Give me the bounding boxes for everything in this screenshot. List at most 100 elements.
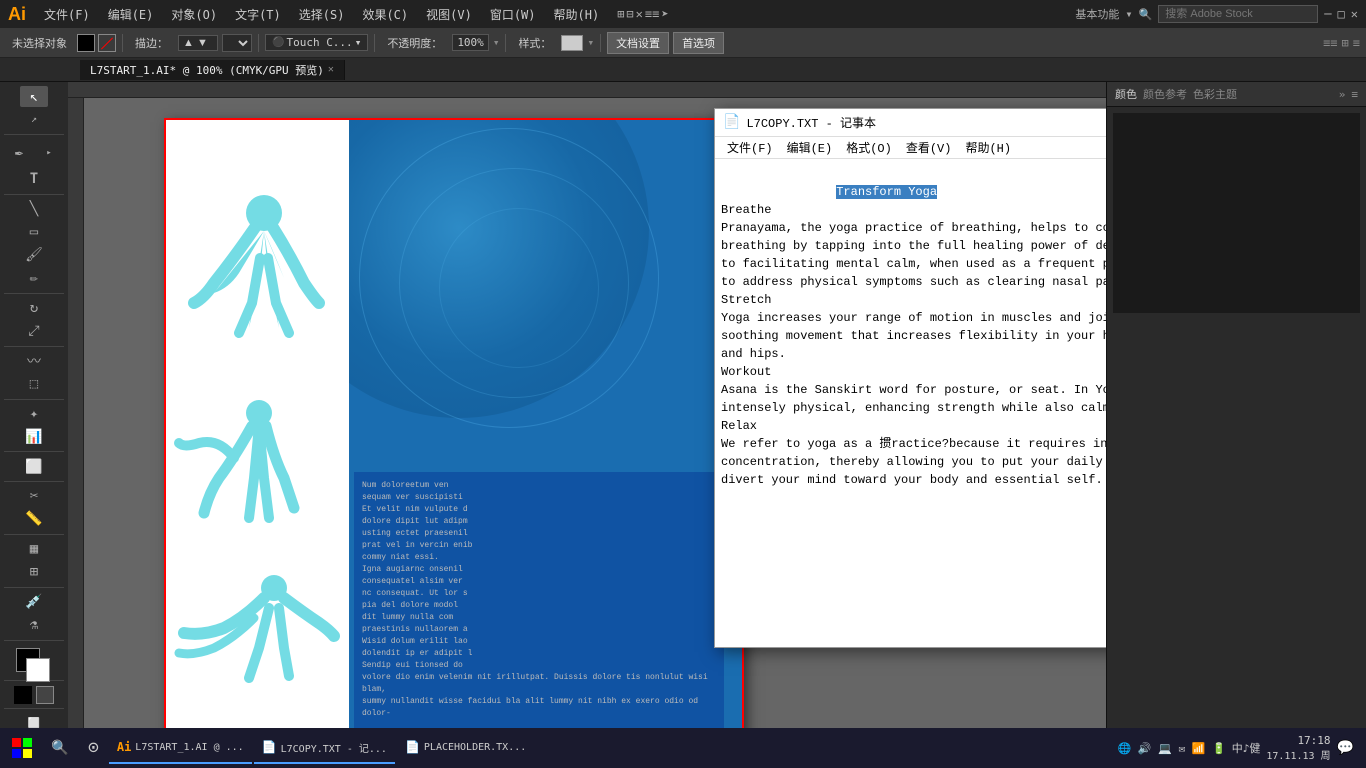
color-guide-label: 颜色参考 [1143, 86, 1187, 102]
taskbar-search[interactable]: 🔍 [42, 732, 78, 764]
notepad-menu-edit[interactable]: 编辑(E) [781, 138, 839, 157]
notepad-menu-format[interactable]: 格式(O) [840, 138, 898, 157]
clock-time: 17:18 [1266, 734, 1330, 747]
opacity-label: 不透明度： [381, 33, 448, 53]
pen-tool[interactable]: ✒ [5, 139, 33, 167]
color-theme-label: 色彩主题 [1193, 86, 1237, 102]
canvas-content[interactable]: Num doloreetum ven sequam ver suscipisti… [84, 98, 1106, 738]
yoga-silhouettes [164, 118, 349, 738]
normal-mode[interactable] [14, 686, 32, 704]
right-panels: 颜色 颜色参考 色彩主题 » ≡ [1106, 82, 1366, 738]
slice-tool[interactable]: ✂ [20, 486, 48, 507]
symbol-tool[interactable]: ✦ [20, 403, 48, 424]
preferences-button[interactable]: 首选项 [673, 32, 724, 54]
type-tool[interactable]: T [20, 169, 48, 190]
tab-close-button[interactable]: ✕ [328, 64, 334, 75]
warp-tool[interactable]: 〰 [20, 350, 48, 371]
active-tab[interactable]: L7START_1.AI* @ 100% (CMYK/GPU 预览) ✕ [80, 60, 345, 80]
measure-tool[interactable]: 📏 [20, 509, 48, 530]
text-overlay-box: Num doloreetum ven sequam ver suscipisti… [354, 472, 724, 728]
notepad-menu-file[interactable]: 文件(F) [721, 138, 779, 157]
taskbar: 🔍 ⊙ Ai L7START_1.AI @ ... 📄 L7COPY.TXT -… [0, 728, 1366, 768]
main-area: ↖ ↗ ✒ ▸ T ╲ ▭ 🖌 ✏ ↻ ⤢ 〰 ⬚ ✦ 📊 ⬜ ✂ [0, 82, 1366, 738]
fill-color[interactable] [77, 34, 95, 52]
scale-tool[interactable]: ⤢ [20, 321, 48, 342]
stock-search[interactable] [1158, 5, 1318, 23]
style-swatch[interactable] [561, 35, 583, 51]
vertical-ruler [68, 98, 84, 738]
screen-mode[interactable] [36, 686, 54, 704]
notepad-menu-help[interactable]: 帮助(H) [959, 138, 1017, 157]
stroke-label: 描边： [129, 33, 174, 53]
canvas-area: Num doloreetum ven sequam ver suscipisti… [68, 82, 1106, 738]
tray-icons[interactable]: 🌐 🔊 💻 ✉ 📶 🔋 [1118, 742, 1226, 755]
pencil-tool[interactable]: ✏ [20, 268, 48, 289]
circle-design-4 [439, 208, 599, 368]
tools-panel: ↖ ↗ ✒ ▸ T ╲ ▭ 🖌 ✏ ↻ ⤢ 〰 ⬚ ✦ 📊 ⬜ ✂ [0, 82, 68, 738]
notepad-menu-view[interactable]: 查看(V) [900, 138, 958, 157]
ime-indicator[interactable]: 中♪健 [1232, 740, 1261, 756]
toolbar: 未选择对象 描边： ⚫ Touch C... ▾ 不透明度： 100% ▾ 样式… [0, 28, 1366, 58]
line-tool[interactable]: ╲ [20, 199, 48, 220]
notepad-menu: 文件(F) 编辑(E) 格式(O) 查看(V) 帮助(H) [715, 137, 1106, 159]
menu-object[interactable]: 对象(O) [163, 4, 225, 25]
panel-body [1107, 107, 1366, 323]
start-button[interactable] [4, 732, 40, 764]
taskbar-ai-app[interactable]: Ai L7START_1.AI @ ... [109, 732, 252, 764]
free-transform[interactable]: ⬚ [20, 373, 48, 394]
eyedropper-tool[interactable]: 💉 [20, 592, 48, 613]
opacity-value[interactable]: 100% [452, 34, 489, 51]
tab-bar: L7START_1.AI* @ 100% (CMYK/GPU 预览) ✕ [0, 58, 1366, 82]
panel-menu[interactable]: ≡ [1351, 88, 1358, 101]
gradient-tool[interactable]: ▦ [20, 539, 48, 560]
taskbar-cortana[interactable]: ⊙ [80, 732, 107, 764]
direct-select-tool[interactable]: ↗ [20, 109, 48, 130]
touch-dropdown[interactable]: ⚫ Touch C... ▾ [265, 34, 368, 51]
artboard-tool[interactable]: ⬜ [20, 456, 48, 477]
color-panel-label: 颜色 [1115, 86, 1137, 102]
menu-effect[interactable]: 效果(C) [354, 4, 416, 25]
selection-tool[interactable]: ↖ [20, 86, 48, 107]
pen-sub[interactable]: ▸ [35, 139, 63, 167]
menu-edit[interactable]: 编辑(E) [100, 4, 162, 25]
menu-view[interactable]: 视图(V) [418, 4, 480, 25]
notepad-window: 📄 L7COPY.TXT - 记事本 ─ □ ✕ 文件(F) 编辑(E) 格式 [714, 108, 1106, 648]
tab-filename: L7START_1.AI* @ 100% (CMYK/GPU 预览) [90, 62, 324, 78]
stroke-swatch[interactable] [26, 658, 50, 682]
no-selection-label: 未选择对象 [6, 33, 73, 53]
taskbar-clock[interactable]: 17:18 17.11.13 周 [1266, 734, 1330, 762]
artboard: Num doloreetum ven sequam ver suscipisti… [164, 118, 744, 738]
ai-logo: Ai [8, 4, 26, 25]
shape-tool[interactable]: ▭ [20, 222, 48, 243]
menu-window[interactable]: 窗口(W) [482, 4, 544, 25]
horizontal-ruler [68, 82, 1106, 98]
notepad-titlebar: 📄 L7COPY.TXT - 记事本 ─ □ ✕ [715, 109, 1106, 137]
panel-expand[interactable]: » [1339, 88, 1346, 101]
blend-tool[interactable]: ⚗ [20, 615, 48, 636]
mesh-tool[interactable]: ⊞ [20, 562, 48, 583]
style-label: 样式： [512, 33, 557, 53]
graph-tool[interactable]: 📊 [20, 426, 48, 447]
stroke-value[interactable] [178, 35, 218, 51]
menu-right: 基本功能 ▾ 🔍 ─ □ ✕ [1075, 5, 1358, 23]
menu-text[interactable]: 文字(T) [227, 4, 289, 25]
taskbar-placeholder-app[interactable]: 📄 PLACEHOLDER.TX... [397, 732, 534, 764]
menu-help[interactable]: 帮助(H) [546, 4, 608, 25]
notepad-body: Breathe Pranayama, the yoga practice of … [721, 203, 1106, 487]
rotate-tool[interactable]: ↻ [20, 298, 48, 319]
taskbar-notepad-app[interactable]: 📄 L7COPY.TXT - 记... [254, 732, 395, 764]
menu-select[interactable]: 选择(S) [291, 4, 353, 25]
notepad-selected-text: Transform Yoga [836, 185, 937, 199]
menu-file[interactable]: 文件(F) [36, 4, 98, 25]
panel-header-color: 颜色 颜色参考 色彩主题 » ≡ [1107, 82, 1366, 107]
menubar: Ai 文件(F) 编辑(E) 对象(O) 文字(T) 选择(S) 效果(C) 视… [0, 0, 1366, 28]
doc-settings-button[interactable]: 文档设置 [607, 32, 669, 54]
stroke-unit[interactable] [222, 34, 252, 52]
taskbar-system-tray: 🌐 🔊 💻 ✉ 📶 🔋 中♪健 17:18 17.11.13 周 💬 [1118, 734, 1362, 762]
color-spectrum[interactable] [1113, 113, 1360, 313]
workspace-label[interactable]: 基本功能 [1075, 6, 1119, 22]
notepad-content[interactable]: Transform Yoga Breathe Pranayama, the yo… [715, 159, 1106, 647]
brush-tool[interactable]: 🖌 [20, 245, 48, 266]
stroke-color[interactable] [98, 34, 116, 52]
notifications[interactable]: 💬 [1337, 740, 1354, 756]
